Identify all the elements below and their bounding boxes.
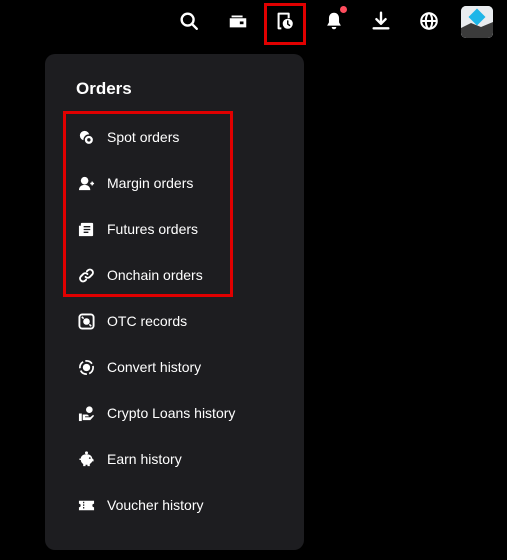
spot-orders-icon	[77, 128, 95, 146]
menu-item-otc-records[interactable]: OTC records	[77, 309, 187, 333]
avatar[interactable]	[461, 6, 493, 38]
menu-item-label: Crypto Loans history	[107, 405, 236, 421]
download-icon[interactable]	[368, 8, 394, 34]
menu-item-crypto-loans-history[interactable]: Crypto Loans history	[77, 401, 235, 425]
menu-title: Orders	[76, 79, 132, 98]
menu-item-label: Futures orders	[107, 221, 199, 237]
menu-item-futures-orders[interactable]: Futures orders	[77, 217, 198, 241]
crypto-loans-icon	[77, 404, 95, 422]
convert-history-icon	[77, 358, 95, 376]
menu-item-earn-history[interactable]: Earn history	[77, 447, 182, 471]
menu-item-convert-history[interactable]: Convert history	[77, 355, 201, 379]
search-icon[interactable]	[176, 8, 202, 34]
top-navigation-bar	[0, 0, 507, 44]
notification-badge-dot	[340, 6, 347, 13]
wallet-icon[interactable]	[225, 8, 251, 34]
menu-item-label: Onchain orders	[107, 267, 203, 283]
menu-item-label: Voucher history	[107, 497, 204, 513]
bell-icon[interactable]	[321, 6, 347, 34]
onchain-link-icon	[77, 266, 95, 284]
otc-records-icon	[77, 312, 95, 330]
voucher-ticket-icon	[77, 496, 95, 514]
menu-item-onchain-orders[interactable]: Onchain orders	[77, 263, 203, 287]
menu-item-voucher-history[interactable]: Voucher history	[77, 493, 204, 517]
orders-history-icon[interactable]	[272, 8, 298, 34]
futures-orders-icon	[77, 220, 95, 238]
menu-item-spot-orders[interactable]: Spot orders	[77, 125, 179, 149]
menu-item-label: Margin orders	[107, 175, 194, 191]
globe-icon[interactable]	[416, 8, 442, 34]
menu-item-label: OTC records	[107, 313, 188, 329]
margin-orders-icon	[77, 174, 95, 192]
menu-item-margin-orders[interactable]: Margin orders	[77, 171, 193, 195]
menu-item-label: Convert history	[107, 359, 202, 375]
menu-item-label: Spot orders	[107, 129, 180, 145]
orders-dropdown-menu: Orders Spot orders Margin orders Futures…	[45, 54, 304, 550]
menu-item-label: Earn history	[107, 451, 182, 467]
piggy-bank-icon	[77, 450, 95, 468]
